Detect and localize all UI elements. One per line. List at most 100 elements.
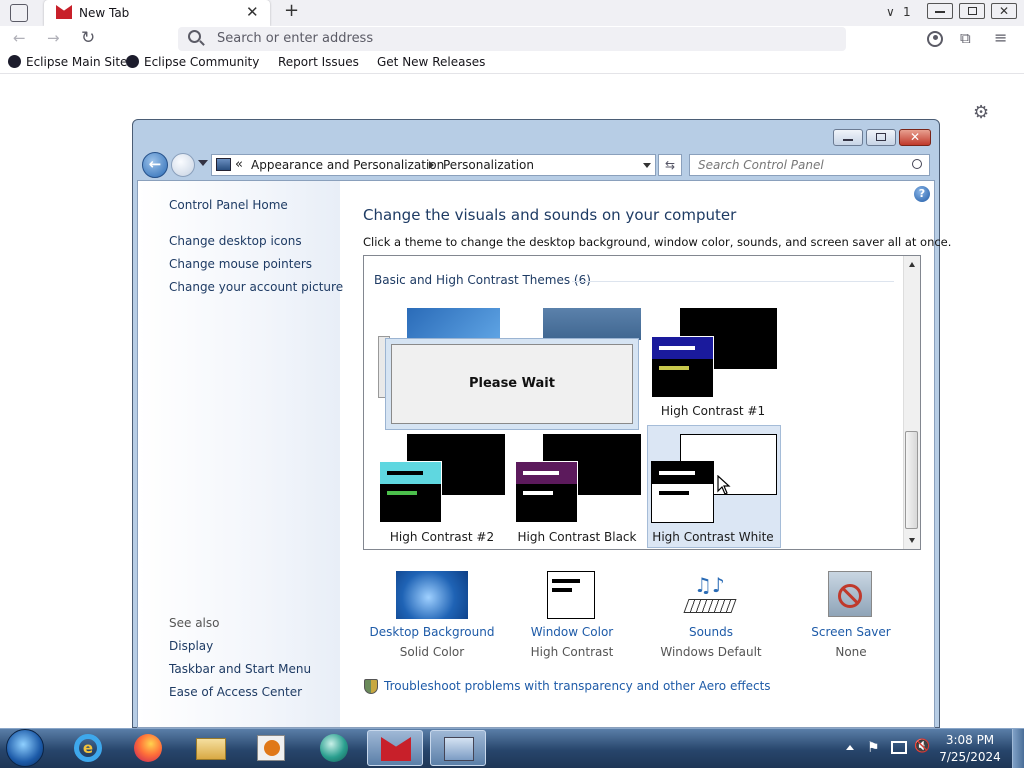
recent-pages-icon[interactable] bbox=[198, 160, 208, 166]
refresh-button[interactable]: ⇆ bbox=[658, 154, 682, 176]
desktop-background-item[interactable]: Desktop Background Solid Color bbox=[367, 625, 497, 659]
themes-scrollbar[interactable] bbox=[903, 256, 920, 549]
theme-group-title: Basic and High Contrast Themes (6) bbox=[374, 273, 591, 287]
tab-list-icon[interactable] bbox=[10, 4, 28, 22]
theme-label-hc-black[interactable]: High Contrast Black bbox=[512, 530, 642, 544]
tab-title: New Tab bbox=[79, 6, 130, 20]
account-icon[interactable] bbox=[927, 31, 943, 47]
window-color-link[interactable]: Window Color bbox=[507, 625, 637, 639]
breadcrumb-dropdown-icon[interactable] bbox=[643, 163, 651, 168]
tab-count: 1 bbox=[903, 5, 911, 19]
sounds-icon[interactable]: ♫♪ bbox=[683, 573, 737, 619]
mouse-cursor-icon bbox=[717, 475, 731, 495]
taskbar-app[interactable] bbox=[306, 730, 362, 766]
bookmark-get-new-releases[interactable]: Get New Releases bbox=[377, 55, 485, 69]
sounds-value: Windows Default bbox=[660, 645, 762, 659]
troubleshoot-link[interactable]: Troubleshoot problems with transparency … bbox=[384, 679, 771, 693]
explorer-back-button[interactable]: ← bbox=[142, 152, 168, 178]
breadcrumb[interactable]: « Appearance and Personalization Persona… bbox=[211, 154, 656, 176]
control-panel-search[interactable]: Search Control Panel bbox=[689, 154, 930, 176]
change-mouse-pointers-link[interactable]: Change mouse pointers bbox=[169, 257, 312, 271]
bookmarks-toolbar: Eclipse Main Site Eclipse Community Repo… bbox=[0, 52, 1024, 74]
control-panel-home-link[interactable]: Control Panel Home bbox=[169, 198, 288, 212]
bookmark-report-issues[interactable]: Report Issues bbox=[278, 55, 359, 69]
back-icon[interactable]: ← bbox=[13, 30, 26, 46]
desktop-background-value: Solid Color bbox=[399, 645, 465, 659]
window-close-button[interactable]: ✕ bbox=[899, 129, 931, 146]
scroll-thumb[interactable] bbox=[905, 431, 918, 529]
show-hidden-icons[interactable] bbox=[846, 745, 854, 750]
action-center-flag-icon[interactable]: ⚑ bbox=[867, 740, 880, 756]
breadcrumb-personalization[interactable]: Personalization bbox=[443, 158, 534, 172]
bookmark-eclipse-main[interactable]: Eclipse Main Site bbox=[8, 55, 127, 69]
taskbar-media-player[interactable] bbox=[243, 730, 299, 766]
taskbar-control-panel-active[interactable] bbox=[430, 730, 486, 766]
app-globe-icon bbox=[320, 734, 348, 762]
window-color-icon[interactable] bbox=[547, 571, 595, 619]
firefox-icon bbox=[134, 734, 162, 762]
theme-label-hc-white[interactable]: High Contrast White bbox=[648, 530, 778, 544]
menu-icon[interactable]: ≡ bbox=[994, 30, 1007, 46]
breadcrumb-arrow-icon bbox=[429, 161, 434, 169]
window-minimize-button[interactable] bbox=[833, 129, 863, 146]
new-tab-icon[interactable]: + bbox=[284, 2, 299, 20]
tab-new-tab[interactable]: New Tab ✕ bbox=[44, 0, 270, 26]
control-panel-taskbar-icon bbox=[444, 737, 474, 761]
desktop-background-icon[interactable] bbox=[396, 571, 468, 619]
eclipse-icon bbox=[8, 55, 21, 68]
window-restore-button[interactable] bbox=[866, 129, 896, 146]
screen-saver-link[interactable]: Screen Saver bbox=[786, 625, 916, 639]
change-account-picture-link[interactable]: Change your account picture bbox=[169, 280, 343, 294]
taskbar-start-menu-link[interactable]: Taskbar and Start Menu bbox=[169, 662, 311, 676]
scroll-down-icon[interactable] bbox=[909, 538, 915, 543]
reload-icon[interactable]: ↻ bbox=[81, 30, 95, 47]
restore-button[interactable] bbox=[959, 3, 985, 19]
forward-icon[interactable]: → bbox=[47, 30, 60, 46]
start-button[interactable] bbox=[6, 729, 44, 767]
please-wait-dialog: Please Wait bbox=[385, 338, 639, 430]
taskbar-firefox[interactable] bbox=[120, 730, 176, 766]
minimize-button[interactable] bbox=[927, 3, 953, 19]
theme-label-hc2[interactable]: High Contrast #2 bbox=[377, 530, 507, 544]
media-player-icon bbox=[257, 735, 285, 761]
taskbar-browser-active[interactable] bbox=[367, 730, 423, 766]
tab-close-icon[interactable]: ✕ bbox=[246, 3, 259, 21]
breadcrumb-separator: « bbox=[235, 157, 243, 172]
ease-of-access-link[interactable]: Ease of Access Center bbox=[169, 685, 302, 699]
settings-gear-icon[interactable]: ⚙ bbox=[973, 104, 989, 122]
breadcrumb-appearance[interactable]: Appearance and Personalization bbox=[251, 158, 444, 172]
window-color-item[interactable]: Window Color High Contrast bbox=[507, 625, 637, 659]
close-button[interactable]: ✕ bbox=[991, 3, 1017, 19]
list-all-tabs-icon[interactable]: ∨ bbox=[886, 4, 895, 20]
please-wait-text: Please Wait bbox=[469, 376, 555, 391]
display-link[interactable]: Display bbox=[169, 639, 213, 653]
theme-thumbnail-windows7[interactable] bbox=[407, 308, 500, 340]
taskbar-ie[interactable]: e bbox=[60, 730, 116, 766]
theme-thumbnail-hc-black-window bbox=[515, 461, 578, 523]
network-icon[interactable] bbox=[891, 741, 907, 754]
theme-label-hc1[interactable]: High Contrast #1 bbox=[648, 404, 778, 418]
clock-time[interactable]: 3:08 PM bbox=[934, 733, 1006, 747]
sounds-item[interactable]: Sounds Windows Default bbox=[646, 625, 776, 659]
clock-date[interactable]: 7/25/2024 bbox=[934, 750, 1006, 764]
theme-thumbnail-hc1-window bbox=[651, 336, 714, 398]
page-description: Click a theme to change the desktop back… bbox=[363, 235, 952, 249]
explorer-forward-button[interactable] bbox=[171, 153, 195, 177]
theme-thumbnail-basic[interactable] bbox=[543, 308, 641, 340]
sounds-link[interactable]: Sounds bbox=[646, 625, 776, 639]
screen-saver-icon[interactable] bbox=[828, 571, 872, 617]
volume-muted-icon[interactable]: 🔇 bbox=[914, 739, 930, 754]
search-icon bbox=[912, 159, 922, 169]
page-title: Change the visuals and sounds on your co… bbox=[363, 206, 737, 224]
screen-saver-item[interactable]: Screen Saver None bbox=[786, 625, 916, 659]
taskbar-explorer[interactable] bbox=[183, 730, 239, 766]
scroll-up-icon[interactable] bbox=[909, 262, 915, 267]
help-icon[interactable]: ? bbox=[914, 186, 930, 202]
show-desktop-button[interactable] bbox=[1012, 729, 1024, 768]
desktop-background-link[interactable]: Desktop Background bbox=[367, 625, 497, 639]
extensions-icon[interactable]: ⧉ bbox=[960, 30, 971, 46]
firefox-tab-icon bbox=[56, 5, 72, 19]
address-bar[interactable]: Search or enter address bbox=[178, 27, 846, 51]
bookmark-eclipse-community[interactable]: Eclipse Community bbox=[126, 55, 259, 69]
change-desktop-icons-link[interactable]: Change desktop icons bbox=[169, 234, 302, 248]
